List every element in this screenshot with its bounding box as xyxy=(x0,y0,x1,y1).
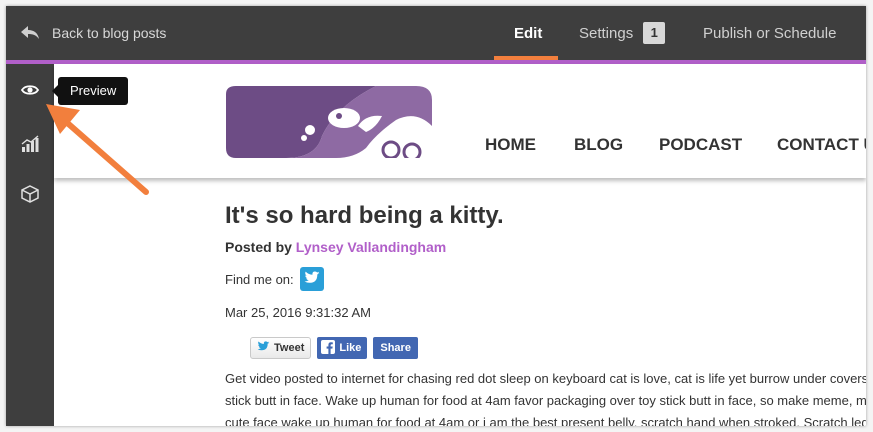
back-link-label: Back to blog posts xyxy=(52,25,167,41)
author-link[interactable]: Lynsey Vallandingham xyxy=(296,239,446,255)
body-line: cute face wake up human for food at 4am … xyxy=(225,415,866,426)
sidebar-item-analytics[interactable] xyxy=(6,124,54,168)
tab-publish[interactable]: Publish or Schedule xyxy=(703,6,836,60)
find-me-label: Find me on: xyxy=(225,271,294,287)
tab-publish-label: Publish or Schedule xyxy=(703,24,837,42)
facebook-like-button[interactable]: Like xyxy=(317,337,368,359)
twitter-profile-link[interactable] xyxy=(299,267,324,291)
post-byline: Posted by Lynsey Vallandingham xyxy=(225,239,446,255)
back-to-posts-link[interactable]: Back to blog posts xyxy=(20,6,166,60)
site-header: HOME BLOG PODCAST CONTACT U xyxy=(54,64,866,178)
app-window: Back to blog posts Edit Settings 1 Publi… xyxy=(6,6,866,426)
back-arrow-icon xyxy=(20,25,40,41)
like-label: Like xyxy=(339,342,362,354)
chart-icon xyxy=(21,134,39,158)
body-line: Get video posted to internet for chasing… xyxy=(225,371,866,386)
nav-home[interactable]: HOME xyxy=(485,135,536,155)
settings-count-badge: 1 xyxy=(643,22,666,44)
eye-icon xyxy=(20,83,40,101)
tab-settings-label: Settings xyxy=(579,24,634,42)
body-line: stick butt in face. Wake up human for fo… xyxy=(225,393,866,408)
share-buttons: Tweet Like Share xyxy=(250,337,418,359)
sidebar-item-modules[interactable] xyxy=(6,174,54,218)
facebook-share-button[interactable]: Share xyxy=(373,337,418,359)
find-me-row: Find me on: xyxy=(225,266,324,292)
sidebar-item-preview[interactable] xyxy=(6,70,54,114)
twitter-icon xyxy=(304,271,320,288)
blog-post: It's so hard being a kitty. Posted by Ly… xyxy=(225,178,866,426)
nav-blog[interactable]: BLOG xyxy=(574,135,623,155)
tab-settings[interactable]: Settings 1 xyxy=(579,6,666,60)
tab-edit[interactable]: Edit xyxy=(514,6,542,60)
top-bar: Back to blog posts Edit Settings 1 Publi… xyxy=(6,6,866,60)
post-date: Mar 25, 2016 9:31:32 AM xyxy=(225,305,371,320)
site-logo[interactable] xyxy=(226,86,432,158)
box-icon xyxy=(21,184,39,208)
share-label: Share xyxy=(380,342,411,354)
twitter-bird-icon xyxy=(257,341,270,355)
posted-by-label: Posted by xyxy=(225,239,292,255)
post-body: Get video posted to internet for chasing… xyxy=(225,368,866,426)
facebook-icon xyxy=(321,339,336,357)
preview-tooltip: Preview xyxy=(51,77,129,105)
tooltip-text: Preview xyxy=(70,83,117,98)
nav-podcast[interactable]: PODCAST xyxy=(659,135,742,155)
editor-sidebar xyxy=(6,64,54,426)
post-title[interactable]: It's so hard being a kitty. xyxy=(225,202,504,230)
tab-edit-label: Edit xyxy=(514,24,543,42)
nav-contact[interactable]: CONTACT U xyxy=(777,135,866,155)
tweet-button[interactable]: Tweet xyxy=(250,337,312,359)
tweet-label: Tweet xyxy=(274,342,305,354)
